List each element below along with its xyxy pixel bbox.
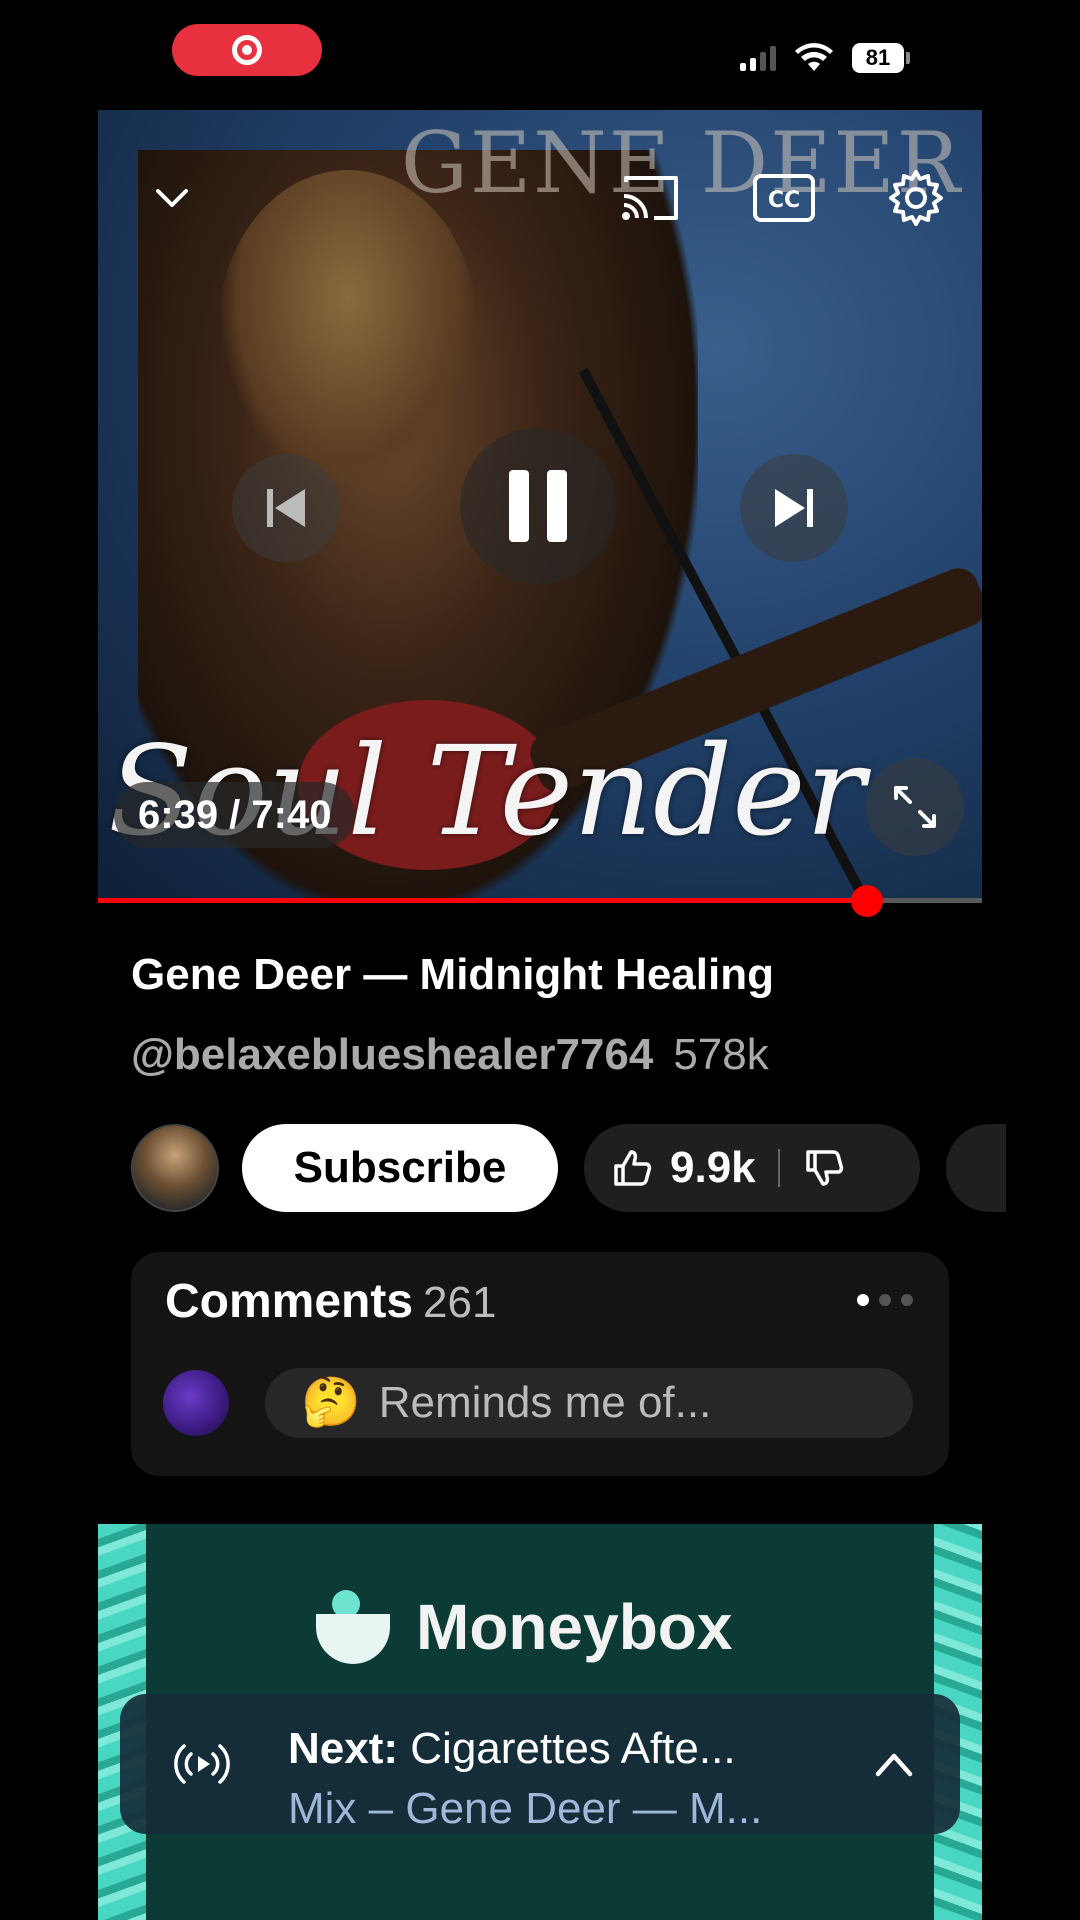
channel-info[interactable]: @belaxeblueshealer7764 578k: [131, 1030, 769, 1080]
carousel-dots: [857, 1294, 913, 1306]
chevron-up-icon[interactable]: [872, 1746, 916, 1782]
wifi-icon: [795, 43, 833, 71]
subscribe-button[interactable]: Subscribe: [242, 1124, 558, 1212]
comments-header: Comments 261: [165, 1274, 496, 1329]
thumbs-up-icon[interactable]: [610, 1146, 654, 1190]
cast-icon: [622, 176, 678, 220]
record-icon: [232, 35, 262, 65]
divider: [777, 1149, 780, 1187]
share-button-partial[interactable]: [946, 1124, 1006, 1212]
battery-level: 81: [852, 43, 904, 73]
next-button[interactable]: [740, 454, 848, 562]
up-next-bar[interactable]: Next: Cigarettes Afte... Mix – Gene Deer…: [120, 1694, 960, 1834]
screen-recording-indicator[interactable]: [172, 24, 322, 76]
comments-count: 261: [423, 1278, 497, 1327]
up-next-subtitle: Mix – Gene Deer — M...: [288, 1784, 763, 1833]
skip-previous-icon: [267, 489, 305, 527]
ad-logo: Moneybox: [316, 1590, 732, 1664]
live-broadcast-icon: [174, 1744, 230, 1784]
cellular-signal-icon: [740, 45, 776, 71]
fullscreen-icon: [894, 786, 936, 828]
channel-avatar[interactable]: [131, 1124, 219, 1212]
comment-placeholder: Reminds me of...: [378, 1378, 712, 1427]
time-display: 6:39 / 7:40: [114, 782, 356, 848]
chevron-down-icon: [156, 189, 188, 207]
skip-next-icon: [775, 489, 813, 527]
thinking-emoji-icon: 🤔: [301, 1376, 361, 1429]
comments-label: Comments: [165, 1275, 414, 1328]
subscriber-count: 578k: [673, 1030, 769, 1079]
user-avatar: [163, 1370, 229, 1436]
up-next-prefix: Next:: [288, 1724, 399, 1773]
minimize-button[interactable]: [134, 160, 210, 236]
channel-handle[interactable]: @belaxeblueshealer7764: [131, 1030, 653, 1079]
settings-button[interactable]: [878, 160, 954, 236]
comments-card[interactable]: Comments 261 🤔 Reminds me of...: [131, 1252, 949, 1476]
status-icons: 81: [740, 40, 910, 76]
video-frame-detail: [218, 170, 478, 490]
up-next-title: Next: Cigarettes Afte...: [288, 1724, 736, 1774]
like-dislike-group: 9.9k: [584, 1124, 920, 1212]
captions-icon: CC: [753, 174, 815, 222]
fullscreen-button[interactable]: [866, 758, 964, 856]
video-title[interactable]: Gene Deer — Midnight Healing: [131, 950, 774, 1000]
gear-icon: [889, 170, 943, 226]
progress-bar-fill: [98, 898, 867, 903]
battery-icon: 81: [852, 43, 910, 73]
cast-button[interactable]: [612, 160, 688, 236]
svg-text:CC: CC: [768, 188, 800, 213]
comment-input[interactable]: 🤔 Reminds me of...: [265, 1368, 913, 1438]
pause-icon: [509, 470, 567, 542]
scrubber-handle[interactable]: [851, 885, 883, 917]
like-count[interactable]: 9.9k: [670, 1143, 756, 1193]
moneybox-logo-icon: [316, 1590, 390, 1664]
previous-button[interactable]: [232, 454, 340, 562]
pause-button[interactable]: [460, 428, 616, 584]
thumbs-down-icon[interactable]: [802, 1146, 846, 1190]
ad-brand: Moneybox: [416, 1591, 733, 1663]
captions-button[interactable]: CC: [746, 160, 822, 236]
up-next-video: Cigarettes Afte...: [410, 1724, 736, 1773]
video-player[interactable]: GENE DEER Soul Tender CC 6:39 / 7:40: [98, 110, 982, 898]
